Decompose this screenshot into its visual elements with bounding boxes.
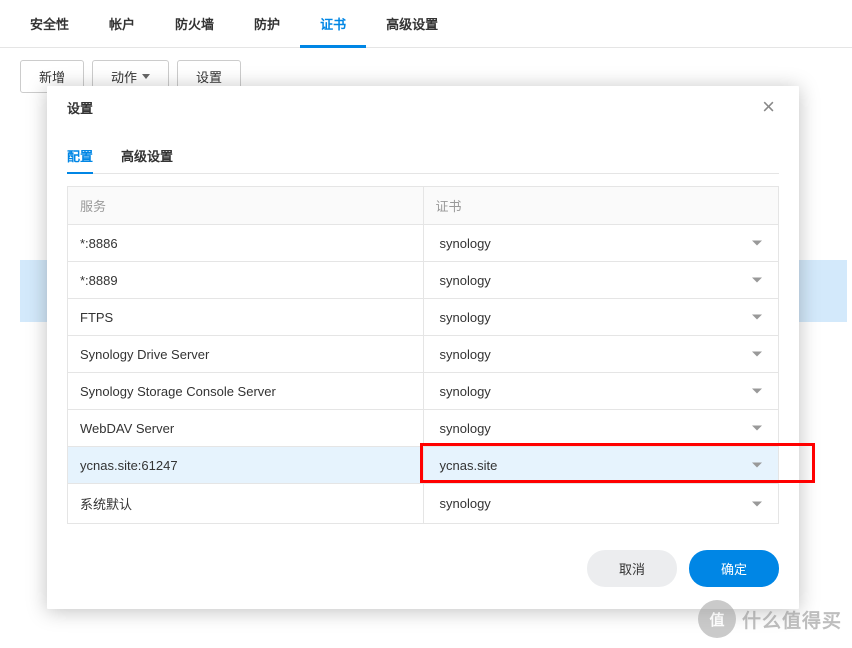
table-row[interactable]: *:8889 synology — [68, 262, 779, 299]
table-row[interactable]: Synology Storage Console Server synology — [68, 373, 779, 410]
cert-value: synology — [440, 496, 491, 511]
service-name: ycnas.site:61247 — [68, 447, 424, 484]
main-tabs: 安全性 帐户 防火墙 防护 证书 高级设置 — [0, 0, 852, 48]
service-name: Synology Storage Console Server — [68, 373, 424, 410]
dialog-title: 设置 — [67, 98, 93, 117]
table-row[interactable]: WebDAV Server synology — [68, 410, 779, 447]
cert-dropdown[interactable]: synology — [428, 300, 775, 334]
cert-dropdown[interactable]: synology — [428, 263, 775, 297]
cert-dropdown[interactable]: synology — [428, 374, 775, 408]
service-name: *:8886 — [68, 225, 424, 262]
service-name: FTPS — [68, 299, 424, 336]
watermark-logo: 值 — [698, 600, 736, 638]
cert-value: synology — [440, 347, 491, 362]
close-icon[interactable]: × — [758, 96, 779, 118]
cert-value: synology — [440, 421, 491, 436]
dialog-tabs: 配置 高级设置 — [47, 120, 799, 173]
tab-security[interactable]: 安全性 — [10, 0, 89, 47]
chevron-down-icon — [752, 241, 762, 246]
cert-dropdown[interactable]: synology — [428, 337, 775, 371]
new-button-label: 新增 — [39, 67, 65, 86]
chevron-down-icon — [752, 352, 762, 357]
table-row[interactable]: ycnas.site:61247 ycnas.site — [68, 447, 779, 484]
ok-button[interactable]: 确定 — [689, 550, 779, 587]
service-name: *:8889 — [68, 262, 424, 299]
cert-value: synology — [440, 384, 491, 399]
table-row[interactable]: Synology Drive Server synology — [68, 336, 779, 373]
settings-button-label: 设置 — [196, 67, 222, 86]
col-service: 服务 — [68, 187, 424, 225]
cancel-button[interactable]: 取消 — [587, 550, 677, 587]
watermark-text: 什么值得买 — [742, 606, 842, 633]
chevron-down-icon — [752, 426, 762, 431]
tab-account[interactable]: 帐户 — [89, 0, 155, 47]
cert-value: synology — [440, 236, 491, 251]
cert-value: ycnas.site — [440, 458, 498, 473]
tab-certificate[interactable]: 证书 — [300, 0, 366, 47]
watermark: 值 什么值得买 — [698, 600, 842, 638]
action-button-label: 动作 — [111, 67, 137, 86]
cert-dropdown[interactable]: synology — [428, 226, 775, 260]
cert-value: synology — [440, 310, 491, 325]
chevron-down-icon — [142, 74, 150, 79]
table-row[interactable]: *:8886 synology — [68, 225, 779, 262]
service-name: Synology Drive Server — [68, 336, 424, 373]
cert-value: synology — [440, 273, 491, 288]
tab-advanced-settings[interactable]: 高级设置 — [121, 138, 173, 173]
tab-firewall[interactable]: 防火墙 — [155, 0, 234, 47]
table-row[interactable]: FTPS synology — [68, 299, 779, 336]
chevron-down-icon — [752, 278, 762, 283]
cert-dropdown[interactable]: synology — [428, 487, 775, 521]
table-row[interactable]: 系统默认 synology — [68, 484, 779, 524]
chevron-down-icon — [752, 501, 762, 506]
tab-advanced[interactable]: 高级设置 — [366, 0, 458, 47]
cert-table: 服务 证书 *:8886 synology *:8889 — [67, 186, 779, 524]
chevron-down-icon — [752, 463, 762, 468]
cert-dropdown[interactable]: ycnas.site — [428, 448, 775, 482]
col-cert: 证书 — [423, 187, 779, 225]
chevron-down-icon — [752, 315, 762, 320]
service-name: WebDAV Server — [68, 410, 424, 447]
chevron-down-icon — [752, 389, 762, 394]
settings-dialog: 设置 × 配置 高级设置 服务 证书 *:8886 synology — [47, 86, 799, 609]
cert-dropdown[interactable]: synology — [428, 411, 775, 445]
service-name: 系统默认 — [68, 484, 424, 524]
tab-protection[interactable]: 防护 — [234, 0, 300, 47]
tab-config[interactable]: 配置 — [67, 138, 93, 173]
